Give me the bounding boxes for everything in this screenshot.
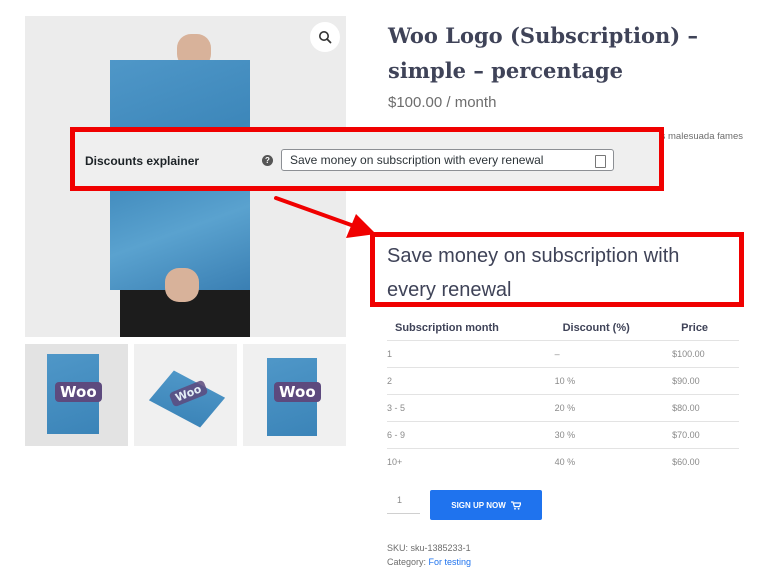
- table-row: 6 - 9 30 % $70.00: [387, 421, 739, 449]
- cell-month: 3 - 5: [387, 394, 555, 422]
- cell-price: $100.00: [672, 340, 739, 368]
- table-row: 10+ 40 % $60.00: [387, 448, 739, 475]
- cell-discount: 30 %: [554, 421, 673, 449]
- annotation-arrow-icon: [274, 196, 376, 238]
- cell-price: $70.00: [672, 421, 739, 449]
- product-title: Woo Logo (Subscription) – simple – perce…: [388, 23, 699, 83]
- table-row: 2 10 % $90.00: [387, 367, 739, 395]
- clipboard-icon[interactable]: [595, 155, 606, 168]
- thumbnail-strip: Woo Woo Woo: [25, 344, 347, 446]
- cell-month: 2: [387, 367, 555, 395]
- cell-month: 10+: [387, 448, 555, 475]
- cell-discount: 10 %: [554, 367, 673, 395]
- category-label: Category:: [387, 557, 427, 567]
- product-category: Category: For testing: [387, 557, 471, 567]
- discounts-explainer-label: Discounts explainer: [85, 154, 200, 168]
- header-discount: Discount (%): [562, 322, 630, 334]
- table-header-row: Subscription month Discount (%) Price: [387, 316, 739, 341]
- woo-logo-text: Woo: [55, 382, 102, 402]
- discount-explainer-text: Save money on subscription with every re…: [387, 245, 680, 301]
- discount-explainer-highlight: Save money on subscription with every re…: [370, 232, 744, 307]
- cell-discount: 40 %: [554, 448, 673, 475]
- question-circle-icon[interactable]: ?: [262, 155, 273, 166]
- table-row: 3 - 5 20 % $80.00: [387, 394, 739, 422]
- discounts-explainer-input[interactable]: Save money on subscription with every re…: [281, 149, 614, 171]
- cell-month: 1: [387, 340, 555, 368]
- product-price: $100.00 / month: [388, 94, 497, 111]
- table-row: 1 – $100.00: [387, 340, 739, 368]
- woo-logo-text: Woo: [274, 382, 321, 402]
- cell-discount: –: [554, 340, 673, 368]
- header-subscription-month: Subscription month: [395, 322, 499, 334]
- thumbnail-3[interactable]: Woo: [243, 344, 346, 446]
- product-sku: SKU: sku-1385233-1: [387, 543, 471, 553]
- category-link[interactable]: For testing: [429, 557, 472, 567]
- sign-up-label: SIGN UP NOW: [451, 500, 506, 510]
- sign-up-now-button[interactable]: SIGN UP NOW: [430, 490, 542, 520]
- header-price: Price: [681, 322, 709, 334]
- cart-icon: [510, 500, 521, 510]
- cell-price: $60.00: [672, 448, 739, 475]
- discount-table: Subscription month Discount (%) Price 1 …: [387, 316, 739, 475]
- cell-price: $90.00: [672, 367, 739, 395]
- thumbnail-2[interactable]: Woo: [134, 344, 237, 446]
- hand-bottom: [165, 268, 199, 302]
- sku-value: sku-1385233-1: [410, 543, 471, 553]
- cell-price: $80.00: [672, 394, 739, 422]
- cell-discount: 20 %: [554, 394, 673, 422]
- admin-setting-highlight: Discounts explainer ? Save money on subs…: [70, 127, 664, 191]
- zoom-button[interactable]: [310, 22, 340, 52]
- thumbnail-1[interactable]: Woo: [25, 344, 128, 446]
- magnifier-icon: [319, 31, 332, 44]
- cell-month: 6 - 9: [387, 421, 555, 449]
- quantity-input[interactable]: 1: [387, 490, 420, 514]
- sku-label: SKU:: [387, 543, 409, 553]
